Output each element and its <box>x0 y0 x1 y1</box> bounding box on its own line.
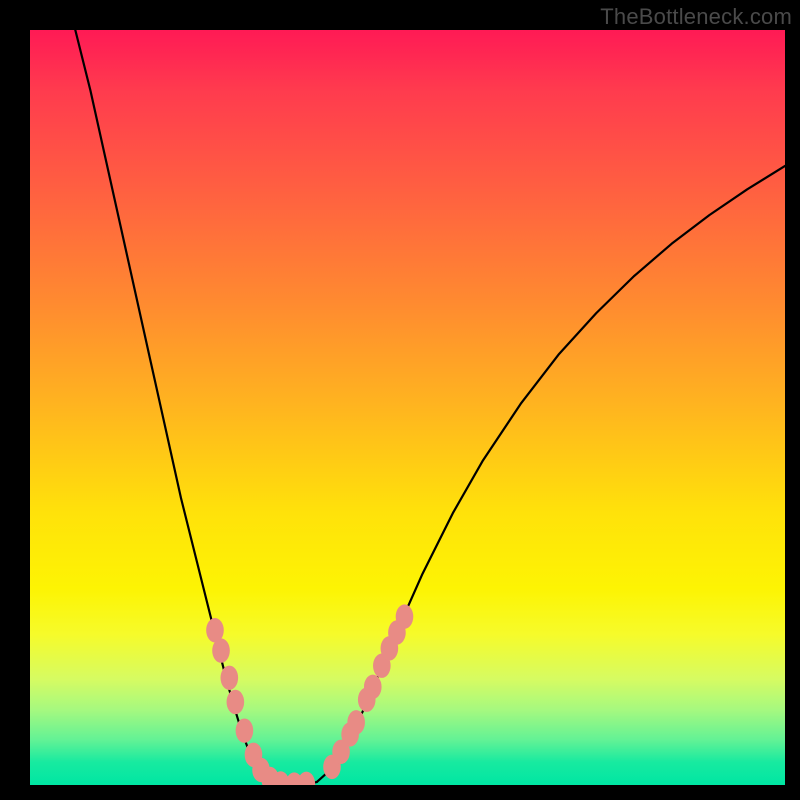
plot-area <box>30 30 785 785</box>
chart-stage: TheBottleneck.com <box>0 0 800 800</box>
curve-layer <box>30 30 785 785</box>
data-marker <box>364 675 382 699</box>
data-marker <box>212 638 230 662</box>
data-marker <box>221 666 239 690</box>
data-marker <box>396 604 414 628</box>
data-marker <box>347 710 365 734</box>
data-marker <box>298 772 316 785</box>
left-branch-line <box>75 30 271 783</box>
right-branch-line <box>317 166 785 782</box>
data-marker <box>236 718 254 742</box>
data-marker <box>227 690 245 714</box>
data-markers <box>206 604 413 785</box>
watermark-text: TheBottleneck.com <box>600 4 792 30</box>
